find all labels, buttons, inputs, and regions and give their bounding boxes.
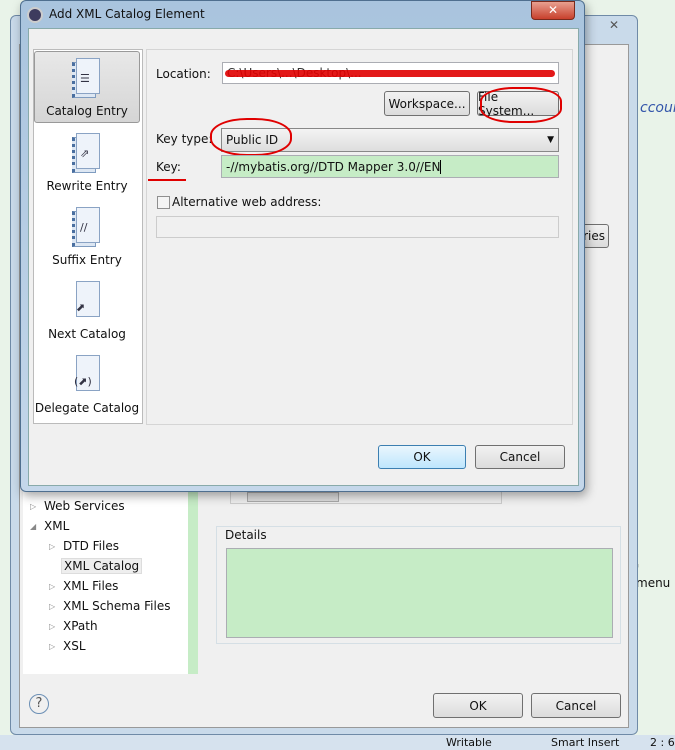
delegate-catalog-icon: (⬈) (70, 353, 104, 397)
next-catalog-icon: ⬈ (70, 279, 104, 323)
expand-icon: ▷ (49, 621, 56, 631)
alt-web-label: Alternative web address: (172, 195, 322, 209)
help-icon[interactable]: ? (29, 694, 49, 714)
status-insert-mode: Smart Insert (551, 736, 620, 749)
key-label: Key: (156, 160, 181, 174)
expand-icon: ▷ (49, 581, 56, 591)
dialog-app-icon (27, 7, 43, 23)
tree-item-xml-catalog[interactable]: XML Catalog (61, 558, 143, 574)
dialog-cancel-button[interactable]: Cancel (475, 445, 565, 469)
background-text: ' menu (636, 562, 671, 590)
sidebar-item-delegate-catalog[interactable]: (⬈) Delegate Catalog (34, 347, 140, 419)
dropdown-arrow-icon: ▼ (547, 135, 554, 145)
preferences-ok-button[interactable]: OK (433, 693, 523, 718)
suffix-entry-icon: // (70, 205, 104, 249)
close-icon[interactable]: ✕ (531, 1, 575, 20)
tree-item-xpath[interactable]: ▷ XPath (49, 619, 98, 633)
sidebar-item-next-catalog[interactable]: ⬈ Next Catalog (34, 273, 140, 345)
annotation-underline (148, 179, 186, 181)
tree-item-xml-schema-files[interactable]: ▷ XML Schema Files (49, 599, 170, 613)
status-position: 2 : 6 (650, 736, 675, 749)
sidebar-item-rewrite-entry[interactable]: ⇗ Rewrite Entry (34, 125, 140, 197)
collapse-icon: ◢ (30, 521, 37, 531)
annotation-circle (210, 118, 292, 156)
redaction-scribble (225, 70, 555, 77)
preferences-close-button[interactable]: ✕ (597, 18, 631, 36)
workspace-button[interactable]: Workspace... (384, 91, 470, 116)
dialog-title: Add XML Catalog Element (49, 7, 205, 21)
alt-web-input[interactable] (156, 216, 559, 238)
tree-item-xsl[interactable]: ▷ XSL (49, 639, 86, 653)
status-writable: Writable (446, 736, 492, 749)
rewrite-entry-icon: ⇗ (70, 131, 104, 175)
alt-web-checkbox[interactable] (157, 196, 170, 209)
dialog-ok-button[interactable]: OK (378, 445, 466, 469)
location-label: Location: (156, 67, 211, 81)
annotation-circle (480, 87, 562, 123)
expand-icon: ▷ (49, 641, 56, 651)
preferences-cancel-button[interactable]: Cancel (531, 693, 621, 718)
catalog-entry-icon: ☰ (70, 56, 104, 100)
tree-item-web-services[interactable]: ▷ Web Services (30, 499, 125, 513)
tree-item-dtd-files[interactable]: ▷ DTD Files (49, 539, 119, 553)
expand-icon: ▷ (30, 501, 37, 511)
background-text: ccoun (640, 100, 675, 116)
tree-divider (188, 486, 198, 674)
key-input[interactable]: -//mybatis.org//DTD Mapper 3.0//EN (221, 155, 559, 178)
tree-item-xml[interactable]: ◢ XML (30, 519, 69, 533)
key-type-label: Key type: (156, 132, 213, 146)
horizontal-scrollbar[interactable] (230, 490, 502, 504)
sidebar-item-suffix-entry[interactable]: //Suffix Entry (34, 199, 140, 271)
expand-icon: ▷ (49, 601, 56, 611)
tree-item-xml-files[interactable]: ▷ XML Files (49, 579, 118, 593)
expand-icon: ▷ (49, 541, 56, 551)
status-bar: Writable Smart Insert 2 : 6 (0, 735, 675, 750)
sidebar-item-catalog-entry[interactable]: ☰ Catalog Entry (34, 51, 140, 123)
details-label: Details (225, 528, 267, 542)
details-textarea[interactable] (226, 548, 613, 638)
